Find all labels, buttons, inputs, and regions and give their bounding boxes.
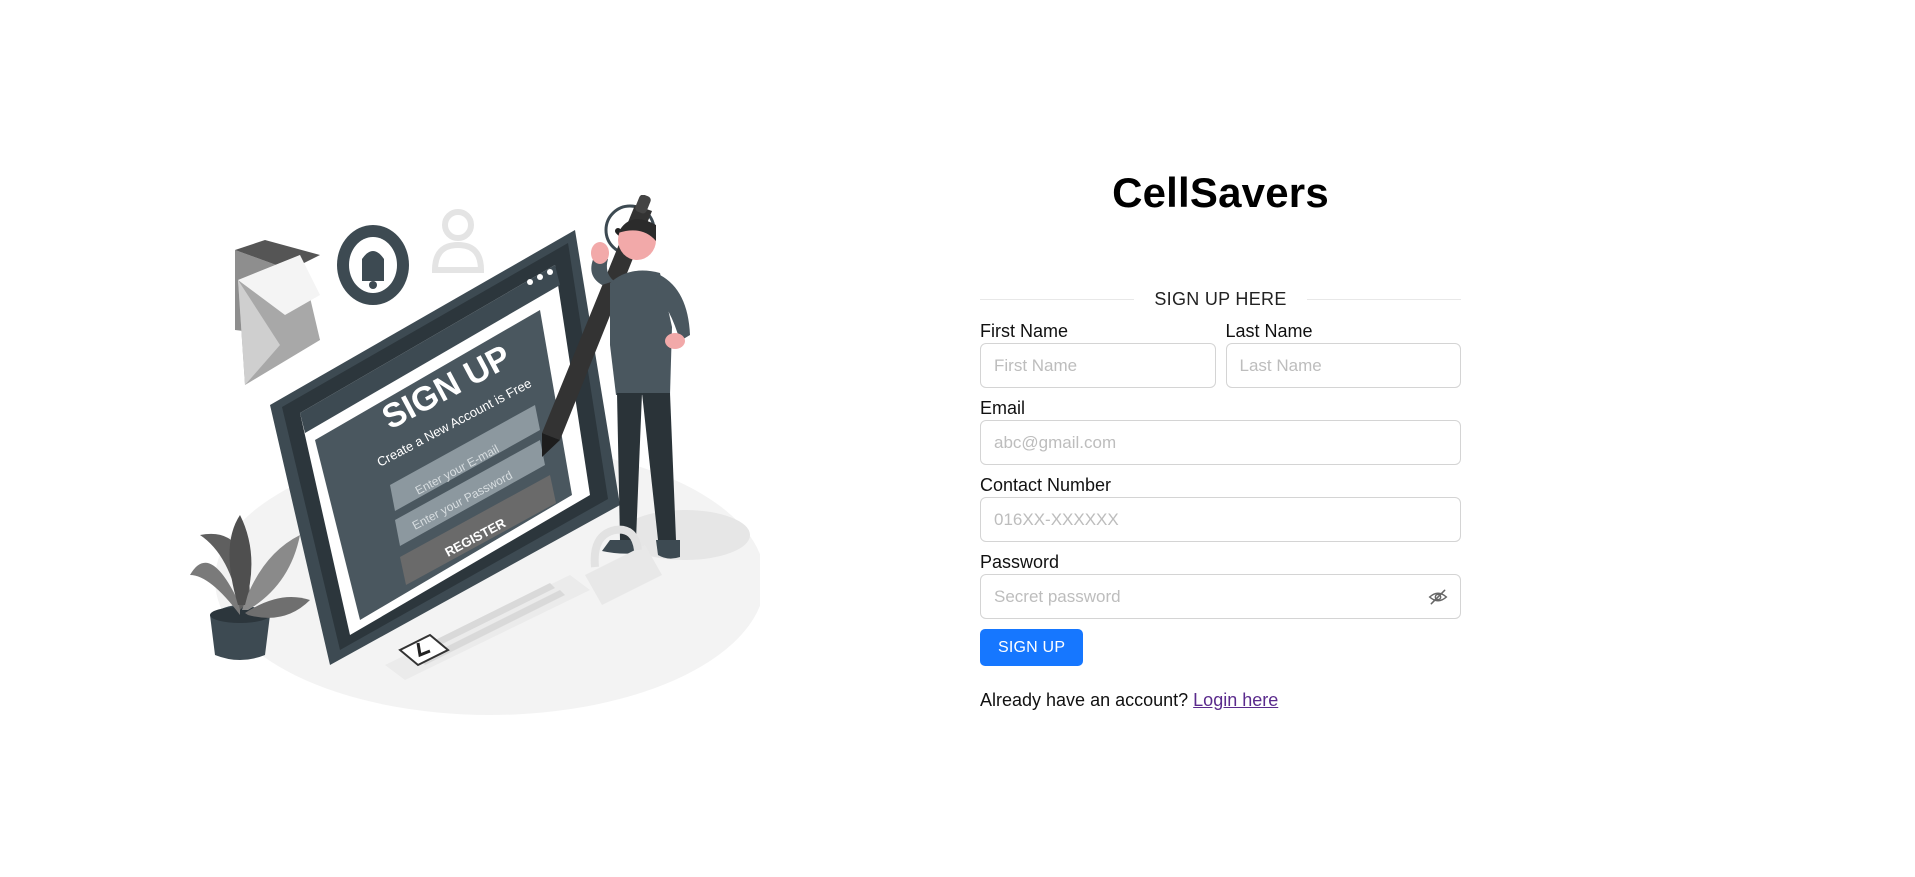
app-title: CellSavers xyxy=(1112,169,1329,216)
password-wrapper xyxy=(980,574,1461,619)
signup-illustration: SIGN UP Create a New Account is Free Ent… xyxy=(190,195,760,715)
login-link[interactable]: Login here xyxy=(1193,690,1278,710)
password-label: Password xyxy=(980,552,1060,572)
first-name-group: First Name xyxy=(980,320,1216,388)
user-icon xyxy=(431,209,485,273)
contact-label: Contact Number xyxy=(980,475,1112,495)
email-group: Email xyxy=(980,397,1461,465)
first-name-label: First Name xyxy=(980,321,1069,341)
divider-line-left xyxy=(980,298,1135,300)
email-input[interactable] xyxy=(980,420,1461,465)
contact-group: Contact Number xyxy=(980,474,1461,542)
envelope-icon xyxy=(235,240,320,385)
signup-form-area: CellSavers SIGN UP HERE First Name Last … xyxy=(980,160,1461,711)
sign-up-button[interactable]: SIGN UP xyxy=(980,629,1084,666)
signup-form: First Name Last Name Email Contact Numbe… xyxy=(980,320,1461,666)
first-name-input[interactable] xyxy=(980,343,1216,388)
login-prompt-row: Already have an account? Login here xyxy=(980,690,1461,711)
contact-number-input[interactable] xyxy=(980,497,1461,542)
name-row: First Name Last Name xyxy=(980,320,1461,388)
signup-page: SIGN UP Create a New Account is Free Ent… xyxy=(0,0,1915,877)
login-prompt-text: Already have an account? xyxy=(980,690,1189,710)
eye-slash-icon[interactable] xyxy=(1427,586,1449,608)
bell-icon xyxy=(337,225,409,305)
password-input[interactable] xyxy=(980,574,1461,619)
section-divider: SIGN UP HERE xyxy=(980,286,1461,312)
password-group: Password xyxy=(980,551,1461,619)
last-name-group: Last Name xyxy=(1225,320,1461,388)
last-name-input[interactable] xyxy=(1225,343,1461,388)
section-title: SIGN UP HERE xyxy=(1154,288,1287,309)
last-name-label: Last Name xyxy=(1225,321,1313,341)
email-label: Email xyxy=(980,398,1026,418)
divider-line-right xyxy=(1306,298,1461,300)
